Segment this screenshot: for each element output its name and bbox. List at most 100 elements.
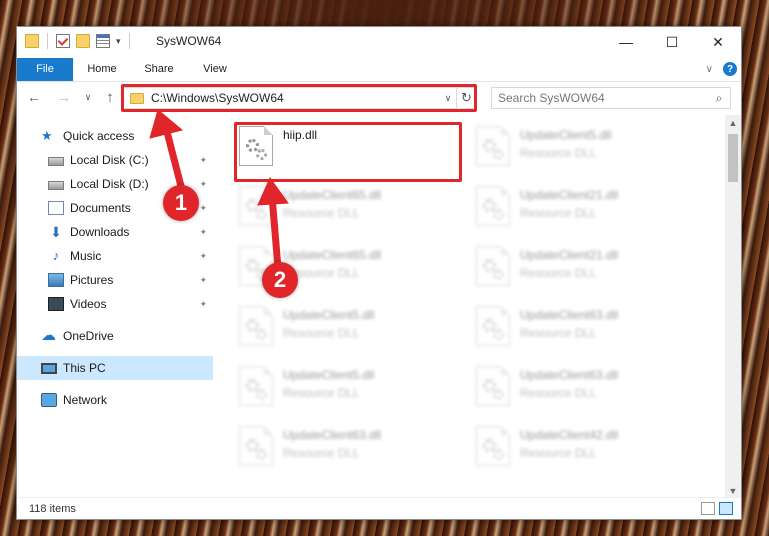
file-type: Resource DLL bbox=[520, 146, 597, 160]
tab-home[interactable]: Home bbox=[85, 58, 119, 81]
sidebar-item-label: This PC bbox=[63, 361, 106, 375]
sidebar-item-downloads[interactable]: ⬇ Downloads ✦ bbox=[17, 220, 213, 244]
address-bar-highlight bbox=[121, 84, 477, 112]
file-name: UpdateClient5.dll bbox=[283, 308, 375, 322]
download-icon: ⬇ bbox=[50, 224, 62, 240]
network-icon bbox=[41, 393, 57, 407]
cloud-icon: ☁ bbox=[41, 327, 56, 344]
file-name: UpdateClient63.dll bbox=[520, 368, 619, 382]
sidebar-item-label: Documents bbox=[70, 201, 131, 215]
details-view-icon[interactable] bbox=[701, 502, 715, 515]
disk-icon bbox=[48, 180, 64, 190]
file-item[interactable]: UpdateClient63.dll Resource DLL bbox=[476, 306, 696, 354]
file-type: Resource DLL bbox=[283, 386, 360, 400]
dll-file-icon bbox=[239, 306, 273, 346]
file-type: Resource DLL bbox=[520, 446, 597, 460]
dll-file-icon bbox=[239, 366, 273, 406]
sidebar-item-label: Pictures bbox=[70, 273, 114, 287]
sidebar-item-label: Quick access bbox=[63, 129, 135, 143]
file-name: UpdateClient21.dll bbox=[520, 188, 619, 202]
sidebar-item-music[interactable]: ♪ Music ✦ bbox=[17, 244, 213, 268]
folder-icon bbox=[25, 34, 39, 48]
large-icons-view-icon[interactable] bbox=[719, 502, 733, 515]
videos-icon bbox=[48, 297, 64, 311]
file-name: UpdateClient5.dll bbox=[520, 128, 612, 142]
pin-icon[interactable]: ✦ bbox=[199, 203, 207, 214]
tab-file[interactable]: File bbox=[17, 58, 73, 81]
file-item[interactable]: UpdateClient42.dll Resource DLL bbox=[476, 426, 696, 474]
sidebar-item-network[interactable]: Network bbox=[17, 388, 213, 412]
search-icon[interactable]: ⌕ bbox=[708, 91, 730, 106]
sidebar-item-this-pc[interactable]: This PC bbox=[17, 356, 213, 380]
window-title: SysWOW64 bbox=[156, 34, 222, 48]
tab-view[interactable]: View bbox=[201, 58, 229, 81]
sidebar-item-onedrive[interactable]: ☁ OneDrive bbox=[17, 324, 213, 348]
back-arrow-icon[interactable]: ← bbox=[25, 88, 43, 106]
sidebar-item-label: Local Disk (D:) bbox=[70, 177, 149, 191]
file-item[interactable]: UpdateClient5.dll Resource DLL bbox=[239, 306, 459, 354]
file-item[interactable]: UpdateClient5.dll Resource DLL bbox=[239, 366, 459, 414]
sidebar-item-label: OneDrive bbox=[63, 329, 114, 343]
sidebar-item-pictures[interactable]: Pictures ✦ bbox=[17, 268, 213, 292]
scroll-up-icon[interactable]: ▲ bbox=[725, 115, 741, 131]
file-type: Resource DLL bbox=[520, 386, 597, 400]
file-type: Resource DLL bbox=[283, 326, 360, 340]
sidebar-item-label: Videos bbox=[70, 297, 107, 311]
tab-share[interactable]: Share bbox=[141, 58, 177, 81]
customize-toolbar-chevron-icon[interactable]: ▾ bbox=[116, 36, 121, 47]
file-item[interactable]: UpdateClient63.dll Resource DLL bbox=[239, 426, 459, 474]
sidebar-item-label: Network bbox=[63, 393, 108, 407]
file-name: UpdateClient21.dll bbox=[520, 248, 619, 262]
dll-file-icon bbox=[239, 426, 273, 466]
expand-ribbon-chevron-icon[interactable]: ∨ bbox=[706, 64, 713, 75]
file-type: Resource DLL bbox=[283, 206, 360, 220]
new-folder-icon[interactable] bbox=[76, 34, 90, 48]
close-button[interactable]: ✕ bbox=[695, 27, 741, 57]
recent-locations-chevron-icon[interactable]: ∨ bbox=[79, 88, 97, 106]
item-count: 118 items bbox=[29, 503, 76, 515]
disk-icon bbox=[48, 156, 64, 166]
forward-arrow-icon[interactable]: → bbox=[55, 88, 73, 106]
step-badge-1: 1 bbox=[163, 185, 199, 221]
pin-icon[interactable]: ✦ bbox=[199, 299, 207, 310]
search-input[interactable] bbox=[498, 91, 708, 105]
properties-check-icon[interactable] bbox=[56, 34, 70, 48]
ribbon-tabs: File Home Share View ∨ ? bbox=[17, 58, 741, 82]
pin-icon[interactable]: ✦ bbox=[199, 251, 207, 262]
music-icon: ♪ bbox=[52, 248, 60, 263]
dll-file-icon bbox=[239, 186, 273, 226]
pin-icon[interactable]: ✦ bbox=[199, 155, 207, 166]
file-item[interactable]: UpdateClient21.dll Resource DLL bbox=[476, 246, 696, 294]
dll-file-icon bbox=[476, 186, 510, 226]
sidebar-item-label: Music bbox=[70, 249, 102, 263]
pin-icon[interactable]: ✦ bbox=[199, 179, 207, 190]
sidebar-item-local-disk-c[interactable]: Local Disk (C:) ✦ bbox=[17, 148, 213, 172]
file-highlight bbox=[234, 122, 462, 182]
file-item[interactable]: UpdateClient5.dll Resource DLL bbox=[476, 126, 696, 174]
quick-access-toolbar: ▾ bbox=[25, 33, 132, 49]
up-arrow-icon[interactable]: ↑ bbox=[101, 88, 119, 106]
file-type: Resource DLL bbox=[520, 206, 597, 220]
maximize-button[interactable]: ☐ bbox=[649, 27, 695, 57]
dll-file-icon bbox=[476, 366, 510, 406]
scrollbar-thumb[interactable] bbox=[728, 134, 738, 182]
dll-file-icon bbox=[476, 126, 510, 166]
dll-file-icon bbox=[476, 426, 510, 466]
pin-icon[interactable]: ✦ bbox=[199, 227, 207, 238]
file-item[interactable]: UpdateClient65.dll Resource DLL bbox=[239, 186, 459, 234]
search-box[interactable]: ⌕ bbox=[491, 87, 731, 109]
star-icon: ★ bbox=[41, 128, 53, 143]
sidebar-item-quick-access[interactable]: ★ Quick access bbox=[17, 124, 213, 148]
properties-icon[interactable] bbox=[96, 34, 110, 48]
navigation-pane: ★ Quick access Local Disk (C:) ✦ Local D… bbox=[17, 115, 213, 499]
window-controls: — ☐ ✕ bbox=[603, 27, 741, 57]
file-type: Resource DLL bbox=[520, 266, 597, 280]
vertical-scrollbar[interactable]: ▲ ▼ bbox=[725, 115, 741, 499]
help-icon[interactable]: ? bbox=[723, 62, 737, 76]
sidebar-item-videos[interactable]: Videos ✦ bbox=[17, 292, 213, 316]
file-item[interactable]: UpdateClient63.dll Resource DLL bbox=[476, 366, 696, 414]
file-item[interactable]: UpdateClient21.dll Resource DLL bbox=[476, 186, 696, 234]
status-bar: 118 items bbox=[17, 497, 741, 519]
pin-icon[interactable]: ✦ bbox=[199, 275, 207, 286]
minimize-button[interactable]: — bbox=[603, 27, 649, 57]
